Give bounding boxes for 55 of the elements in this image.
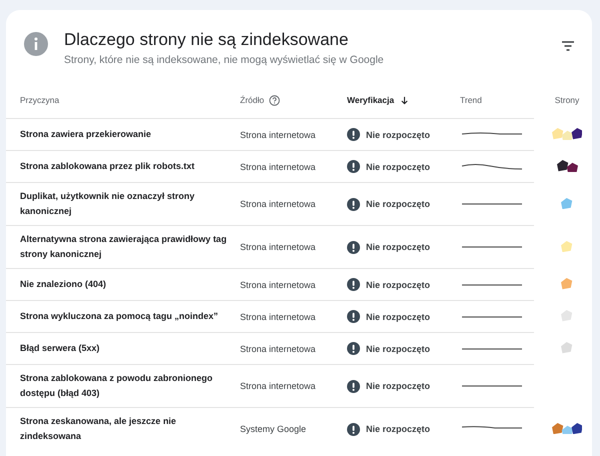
blurred-count-drawing [552, 422, 582, 434]
trend-sparkline [460, 162, 524, 172]
help-icon[interactable] [269, 94, 280, 106]
warning-icon [347, 128, 360, 141]
reason-text[interactable]: Strona zeskanowana, ale jeszcze nie zindeksowana [20, 414, 232, 444]
source-text: Strona internetowa [240, 242, 316, 252]
blurred-count-drawing [561, 310, 573, 322]
verification-status: Nie rozpoczęto [366, 424, 430, 434]
source-text: Strona internetowa [240, 312, 316, 322]
warning-icon [347, 160, 360, 173]
warning-icon [347, 278, 360, 291]
column-header[interactable]: Źródło [240, 95, 264, 105]
reason-text[interactable]: Strona zawiera przekierowanie [20, 127, 232, 142]
blurred-count-drawing [561, 278, 573, 290]
reason-text[interactable]: Błąd serwera (5xx) [20, 341, 232, 356]
verification-status: Nie rozpoczęto [366, 162, 430, 172]
card-title: Dlaczego strony nie są zindeksowane [64, 30, 350, 50]
info-icon [24, 32, 48, 56]
source-text: Systemy Google [240, 424, 306, 434]
column-header[interactable]: Weryfikacja [347, 95, 394, 105]
reason-text[interactable]: Strona zablokowana przez plik robots.txt [20, 159, 232, 174]
warning-icon [347, 240, 360, 254]
blurred-count-drawing [556, 160, 578, 172]
blurred-count-drawing [552, 128, 582, 140]
column-header[interactable]: Strony [554, 95, 580, 105]
source-text: Strona internetowa [240, 280, 316, 290]
verification-status: Nie rozpoczęto [366, 280, 430, 290]
source-text: Strona internetowa [240, 162, 316, 172]
warning-icon [347, 422, 360, 436]
sort-arrow-icon[interactable] [400, 96, 410, 104]
verification-status: Nie rozpoczęto [366, 199, 430, 209]
source-text: Strona internetowa [240, 130, 316, 140]
source-text: Strona internetowa [240, 199, 316, 209]
verification-status: Nie rozpoczęto [366, 381, 430, 391]
source-text: Strona internetowa [240, 344, 316, 354]
card-subtitle: Strony, które nie są indeksowane, nie mogą wyświetlać się w Google [64, 54, 385, 66]
reason-text[interactable]: Duplikat, użytkownik nie oznaczył strony kanonicznej [20, 189, 232, 219]
verification-status: Nie rozpoczęto [366, 242, 430, 252]
source-text: Strona internetowa [240, 381, 316, 391]
reason-text[interactable]: Alternatywna strona zawierająca prawidłowy tag strony kanonicznej [20, 232, 232, 262]
warning-icon [347, 380, 360, 392]
verification-status: Nie rozpoczęto [366, 312, 430, 322]
column-header[interactable]: Przyczyna [20, 95, 60, 105]
blurred-count-drawing [561, 198, 573, 210]
warning-icon [347, 198, 360, 210]
reason-text[interactable]: Strona zablokowana z powodu zabronionego dostępu (błąd 403) [20, 371, 232, 401]
verification-status: Nie rozpoczęto [366, 130, 430, 140]
reason-text[interactable]: Nie znaleziono (404) [20, 277, 232, 292]
verification-status: Nie rozpoczęto [366, 344, 430, 354]
reason-text[interactable]: Strona wykluczona za pomocą tagu „noindex” [20, 309, 232, 324]
warning-icon [347, 342, 360, 355]
blurred-count-drawing [561, 240, 573, 252]
blurred-count-drawing [561, 342, 573, 354]
warning-icon [347, 310, 360, 323]
column-header[interactable]: Trend [460, 95, 482, 105]
